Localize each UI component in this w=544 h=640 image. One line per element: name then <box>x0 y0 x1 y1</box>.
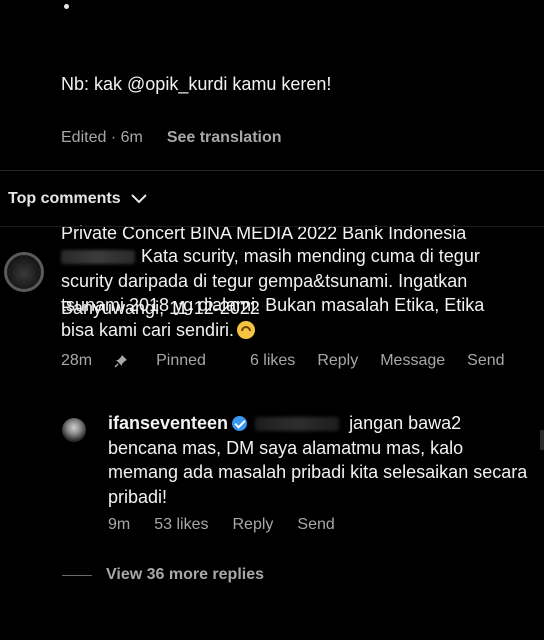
top-comments-label: Top comments <box>8 190 121 207</box>
caption-line-1: Nb: kak @opik_kurdi kamu keren! <box>61 74 332 94</box>
caption-line-2: Private Concert BINA MEDIA 2022 Bank Ind… <box>61 223 467 243</box>
reply-likes-count[interactable]: 53 likes <box>154 516 208 534</box>
comment-time: 28m <box>61 352 93 369</box>
reply-button[interactable]: Reply <box>232 516 273 534</box>
send-button[interactable]: Send <box>297 516 334 534</box>
post-meta: Edited · 6m See translation <box>61 129 282 147</box>
comment: Kata scurity, masih mending cuma di tegu… <box>61 244 521 342</box>
divider <box>0 170 544 171</box>
reply-username[interactable]: ifanseventeen <box>108 413 228 433</box>
replies-line <box>62 574 92 576</box>
message-button[interactable]: Message <box>380 352 445 370</box>
top-comments-dropdown[interactable]: Top comments <box>8 190 147 208</box>
pinned-indicator: Pinned <box>114 352 228 370</box>
verified-badge-icon <box>232 416 248 431</box>
reply-actions: 9m 53 likes Reply Send <box>108 516 359 534</box>
view-more-label: View 36 more replies <box>106 566 265 583</box>
upside-down-face-emoji-icon <box>237 320 256 339</box>
avatar[interactable] <box>62 418 86 442</box>
avatar[interactable] <box>4 252 44 292</box>
redacted-mention[interactable] <box>255 417 340 431</box>
view-more-replies-button[interactable]: View 36 more replies <box>62 566 264 584</box>
chevron-down-icon <box>130 194 147 204</box>
divider <box>0 226 544 227</box>
reply-comment: ifanseventeen jangan bawa2 bencana mas, D… <box>108 411 528 509</box>
scrollbar[interactable] <box>540 430 544 450</box>
bullet-dot <box>64 4 69 9</box>
see-translation-link[interactable]: See translation <box>167 129 282 147</box>
redacted-username[interactable] <box>61 250 135 264</box>
likes-count[interactable]: 6 likes <box>250 352 295 370</box>
reply-time: 9m <box>108 516 131 533</box>
send-button[interactable]: Send <box>467 352 504 370</box>
comment-actions: 28m Pinned 6 likes Reply Message Send <box>61 352 527 370</box>
pin-icon <box>114 354 128 368</box>
pinned-label: Pinned <box>156 352 206 369</box>
edited-timestamp: Edited · 6m <box>61 129 143 146</box>
reply-button[interactable]: Reply <box>317 352 358 370</box>
